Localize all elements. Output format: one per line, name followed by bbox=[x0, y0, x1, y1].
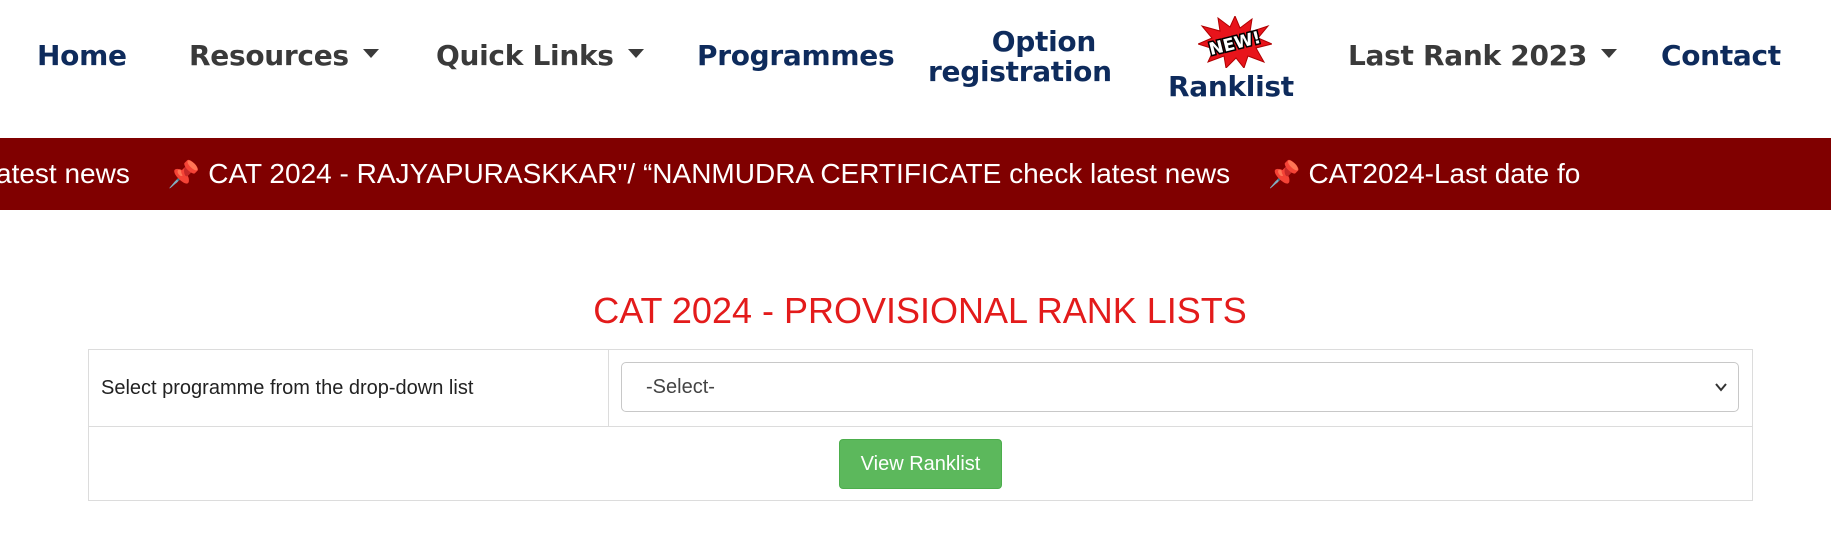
caret-down-icon bbox=[627, 48, 644, 58]
page-title: CAT 2024 - PROVISIONAL RANK LISTS bbox=[593, 290, 1247, 331]
top-navigation: Home Resources Quick Links Programmes Op… bbox=[0, 0, 1831, 138]
caret-down-icon bbox=[1601, 48, 1618, 58]
nav-home[interactable]: Home bbox=[37, 39, 127, 72]
nav-programmes[interactable]: Programmes bbox=[697, 39, 895, 72]
nav-quick-links-label: Quick Links bbox=[436, 39, 614, 72]
form-row-programme: Select programme from the drop-down list… bbox=[89, 350, 1752, 427]
pushpin-icon: 📌 bbox=[167, 159, 201, 189]
nav-quick-links[interactable]: Quick Links bbox=[436, 39, 644, 72]
nav-option-registration[interactable]: Option registration bbox=[928, 25, 1112, 88]
nav-option-registration-line1: Option bbox=[991, 25, 1097, 58]
chevron-down-icon bbox=[1715, 383, 1727, 392]
view-ranklist-button[interactable]: View Ranklist bbox=[839, 439, 1002, 489]
nav-last-rank[interactable]: Last Rank 2023 bbox=[1348, 39, 1618, 72]
programme-select[interactable]: -Select- bbox=[621, 362, 1739, 412]
news-ticker-track: atest news 📌 CAT 2024 - RAJYAPURASKKAR"/ “… bbox=[0, 138, 1580, 210]
nav-resources[interactable]: Resources bbox=[189, 39, 379, 72]
nav-contact[interactable]: Contact bbox=[1661, 39, 1781, 72]
nav-option-registration-line2: registration bbox=[928, 55, 1112, 88]
pushpin-icon: 📌 bbox=[1268, 159, 1301, 189]
ticker-item[interactable]: atest news bbox=[0, 138, 130, 210]
caret-down-icon bbox=[362, 48, 379, 58]
new-starburst-icon: NEW! bbox=[1198, 16, 1272, 68]
nav-last-rank-label: Last Rank 2023 bbox=[1348, 39, 1588, 72]
news-ticker-viewport: atest news 📌 CAT 2024 - RAJYAPURASKKAR"/ “… bbox=[0, 138, 1680, 210]
nav-ranklist[interactable]: Ranklist bbox=[1168, 70, 1294, 103]
programme-select-label: Select programme from the drop-down list bbox=[89, 350, 609, 426]
programme-select-value: -Select- bbox=[646, 376, 715, 398]
news-ticker: atest news 📌 CAT 2024 - RAJYAPURASKKAR"/ “… bbox=[0, 138, 1831, 210]
ticker-item[interactable]: CAT 2024 - RAJYAPURASKKAR"/ “NANMUDRA CE… bbox=[208, 138, 1230, 210]
ranklist-form-table: Select programme from the drop-down list… bbox=[88, 349, 1753, 501]
ticker-item[interactable]: CAT2024-Last date fo bbox=[1308, 138, 1580, 210]
nav-resources-label: Resources bbox=[189, 39, 349, 72]
